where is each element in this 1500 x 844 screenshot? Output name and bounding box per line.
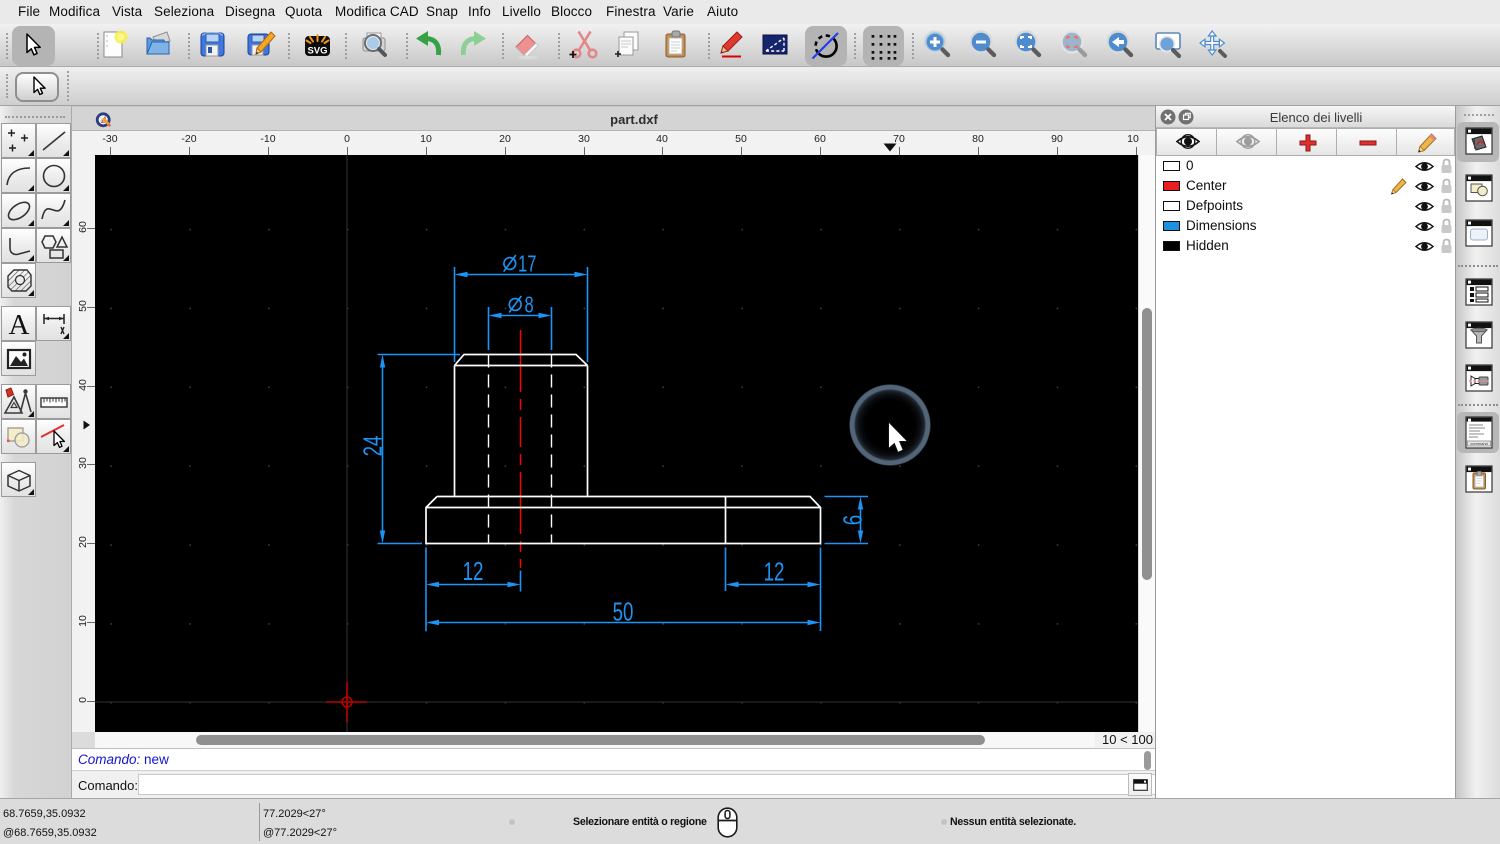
- svg-text:12: 12: [764, 556, 785, 586]
- svg-text:8: 8: [525, 293, 534, 318]
- svg-text:6: 6: [837, 515, 867, 525]
- svg-text:command: command: [1470, 441, 1488, 446]
- svg-text:SVG: SVG: [307, 46, 327, 57]
- svg-text:24: 24: [357, 436, 387, 457]
- svg-text:17: 17: [518, 252, 536, 277]
- svg-text:A: A: [9, 309, 30, 341]
- svg-text:12: 12: [463, 556, 484, 586]
- svg-text:50: 50: [613, 596, 634, 626]
